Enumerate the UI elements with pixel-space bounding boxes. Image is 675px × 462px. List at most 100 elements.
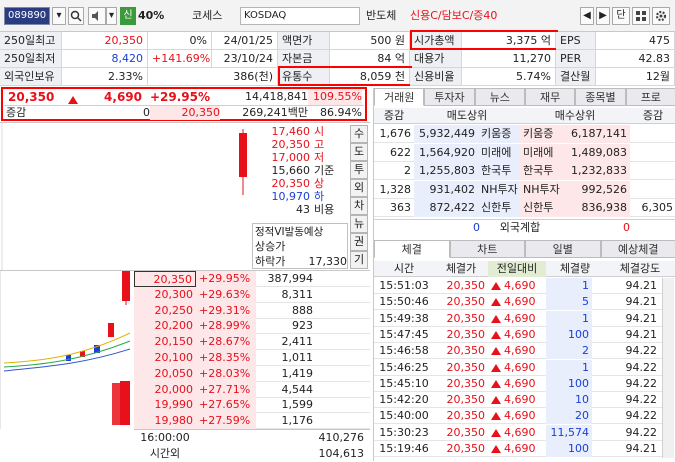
right-tab-bar: 거래원투자자뉴스재무종목별프로 <box>374 88 675 106</box>
single-button[interactable]: 단 <box>612 7 630 25</box>
next-button[interactable]: ▶ <box>596 7 610 25</box>
trade-row[interactable]: 15:30:2320,3504,69011,57494.22 <box>374 425 662 441</box>
trade-tab[interactable]: 차트 <box>450 240 526 258</box>
foreign-hold-pct: 2.33% <box>62 68 148 86</box>
trade-row[interactable]: 15:46:2520,3504,690194.22 <box>374 360 662 376</box>
trade-change-cell: 4,690 <box>488 360 546 376</box>
trade-scrollbar[interactable] <box>662 278 674 458</box>
summary-value: 17,460 <box>250 125 310 138</box>
trade-row[interactable]: 15:49:3820,3504,690194.21 <box>374 311 662 327</box>
broker-cell-sq: 1,564,920 <box>414 144 478 162</box>
orderbook-row[interactable]: 20,250+29.31%888 <box>134 303 370 319</box>
side-button[interactable]: 기 <box>350 251 368 269</box>
substitute-price-label: 대용가 <box>410 50 462 68</box>
side-button[interactable]: 투 <box>350 161 368 179</box>
summary-label: 시 <box>314 125 346 138</box>
broker-cell-d1: 622 <box>374 144 414 162</box>
trade-strength: 94.21 <box>592 278 660 294</box>
credit-badge: 신 <box>120 7 136 25</box>
orderbook-row[interactable]: 19,990+27.65%1,599 <box>134 397 370 413</box>
trade-row[interactable]: 15:19:4620,3504,69010094.21 <box>374 441 662 457</box>
broker-row[interactable]: 1,6765,932,449키움증키움증6,187,141 <box>374 125 675 143</box>
trade-qty: 11,574 <box>546 425 592 441</box>
foreign-sell: 0 <box>414 220 480 236</box>
orderbook-row[interactable]: 20,350+29.95%387,994 <box>134 271 370 287</box>
trade-row[interactable]: 15:51:0320,3504,690194.21 <box>374 278 662 294</box>
right-tab[interactable]: 투자자 <box>424 88 474 106</box>
par-value-label: 액면가 <box>278 32 330 50</box>
side-button[interactable]: 권 <box>350 233 368 251</box>
up-arrow-icon <box>491 412 501 420</box>
trade-row[interactable]: 15:40:0020,3504,6902094.22 <box>374 408 662 424</box>
summary-label: 고 <box>314 138 346 151</box>
trade-qty: 2 <box>546 343 592 359</box>
trade-row[interactable]: 15:42:2020,3504,6901094.22 <box>374 392 662 408</box>
orderbook-rate: +27.65% <box>196 397 256 413</box>
trade-time: 15:47:45 <box>374 327 434 343</box>
trade-row[interactable]: 15:46:5820,3504,690294.22 <box>374 343 662 359</box>
trade-row[interactable]: 15:50:4620,3504,690594.21 <box>374 294 662 310</box>
orderbook-row[interactable]: 20,200+28.99%923 <box>134 318 370 334</box>
right-tab[interactable]: 종목별 <box>575 88 625 106</box>
right-tab[interactable]: 재무 <box>525 88 575 106</box>
trade-change: 4,690 <box>504 409 536 422</box>
trade-row[interactable]: 15:47:4520,3504,69010094.21 <box>374 327 662 343</box>
eps-value: 475 <box>596 32 675 50</box>
trade-price: 20,350 <box>434 294 488 310</box>
trade-tab[interactable]: 일별 <box>525 240 601 258</box>
side-button[interactable]: 외 <box>350 179 368 197</box>
right-tab[interactable]: 프로 <box>626 88 675 106</box>
speaker-icon[interactable] <box>88 7 106 25</box>
gear-icon[interactable] <box>652 7 670 25</box>
orderbook-row[interactable]: 20,300+29.63%8,311 <box>134 287 370 303</box>
broker-delta-header: 증감 <box>374 108 414 124</box>
summary-row: 17,000저 <box>250 151 346 164</box>
up-arrow-icon <box>491 315 501 323</box>
trade-change-cell: 4,690 <box>488 327 546 343</box>
broker-row[interactable]: 363872,422신한투신한투836,9386,305 <box>374 199 675 217</box>
stock-code-input[interactable]: 089890 <box>4 7 50 25</box>
prev-button[interactable]: ◀ <box>580 7 594 25</box>
trade-strength: 94.22 <box>592 360 660 376</box>
search-icon[interactable] <box>68 7 84 25</box>
summary-label: 상 <box>314 177 346 190</box>
broker-cell-sq: 872,422 <box>414 199 478 217</box>
trade-change: 4,690 <box>504 361 536 374</box>
side-button[interactable]: 도 <box>350 143 368 161</box>
up-arrow-icon <box>491 364 501 372</box>
broker-cell-d1: 1,676 <box>374 125 414 143</box>
orderbook-rate: +28.99% <box>196 318 256 334</box>
orderbook-qty: 1,176 <box>256 413 316 429</box>
orderbook-row[interactable]: 20,000+27.71%4,544 <box>134 382 370 398</box>
orderbook-price: 20,300 <box>134 287 196 303</box>
right-tab[interactable]: 거래원 <box>374 88 424 106</box>
toolbar: 089890 ▾ ▾ 신 40% 코세스 KOSDAQ 반도체 신용C/담보C/… <box>0 0 675 32</box>
after-hours-time: 16:00:00 <box>134 430 196 446</box>
trade-change: 4,690 <box>504 442 536 455</box>
orderbook-row[interactable]: 20,150+28.67%2,411 <box>134 334 370 350</box>
broker-cell-sq: 5,932,449 <box>414 125 478 143</box>
orderbook-row[interactable]: 20,100+28.35%1,011 <box>134 350 370 366</box>
high-250-label: 250일최고 <box>0 32 62 50</box>
trade-change-cell: 4,690 <box>488 311 546 327</box>
broker-row[interactable]: 21,255,803한국투한국투1,232,833 <box>374 162 675 180</box>
trade-change-cell: 4,690 <box>488 376 546 392</box>
code-dropdown-button[interactable]: ▾ <box>52 7 66 25</box>
side-button[interactable]: 뉴 <box>350 215 368 233</box>
trade-tab[interactable]: 예상체결 <box>601 240 675 258</box>
orderbook-row[interactable]: 19,980+27.59%1,176 <box>134 413 370 429</box>
side-button[interactable]: 수 <box>350 125 368 143</box>
grid-icon[interactable] <box>632 7 650 25</box>
trade-tab[interactable]: 체결 <box>374 240 450 258</box>
broker-cell-bq: 992,526 <box>560 181 630 199</box>
speaker-dropdown-button[interactable]: ▾ <box>106 7 117 25</box>
trade-time: 15:51:03 <box>374 278 434 294</box>
side-button[interactable]: 차 <box>350 197 368 215</box>
broker-row[interactable]: 1,328931,402NH투자NH투자992,526 <box>374 181 675 199</box>
trade-row[interactable]: 15:45:1020,3504,69010094.22 <box>374 376 662 392</box>
orderbook-row[interactable]: 20,050+28.03%1,419 <box>134 366 370 382</box>
stock-name: 코세스 <box>192 7 236 25</box>
broker-row[interactable]: 6221,564,920미래에미래에1,489,083 <box>374 144 675 162</box>
right-tab[interactable]: 뉴스 <box>475 88 525 106</box>
orderbook-rate: +29.31% <box>196 303 256 319</box>
